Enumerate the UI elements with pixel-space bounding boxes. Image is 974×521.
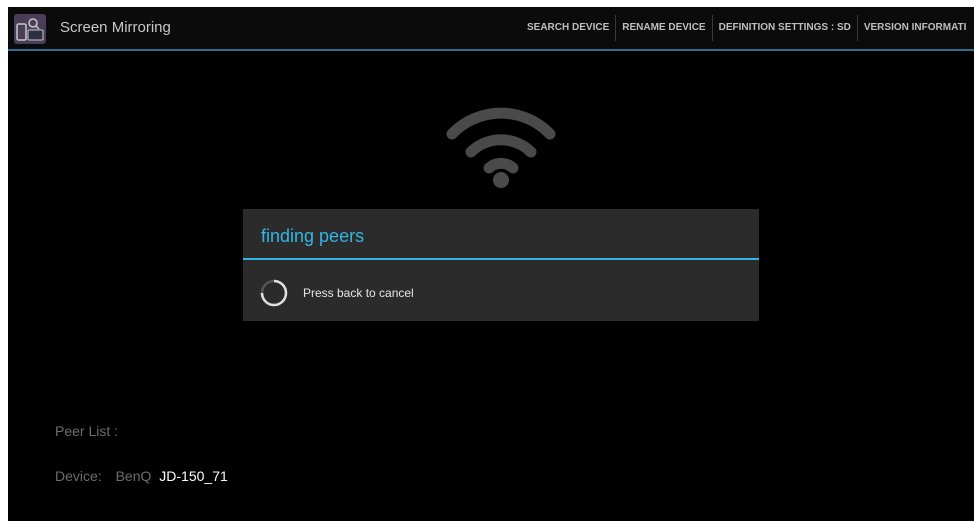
progress-dialog: finding peers Press back to cancel [243,209,759,321]
version-information-button[interactable]: VERSION INFORMATI [858,7,973,49]
app-title: Screen Mirroring [60,19,171,36]
peer-list-label: Peer List : [55,423,119,439]
rename-device-button[interactable]: RENAME DEVICE [616,7,711,49]
device-brand: BenQ [115,468,152,484]
loading-spinner-icon [258,277,290,309]
screen-mirroring-app-icon [14,14,46,44]
action-bar: Screen Mirroring SEARCH DEVICE RENAME DE… [8,7,974,51]
wifi-icon [436,97,566,192]
device-label: Device: [55,468,102,484]
dialog-divider [243,258,759,260]
app-screen: Screen Mirroring SEARCH DEVICE RENAME DE… [8,7,974,521]
dialog-title: finding peers [261,226,365,246]
device-row[interactable]: Device: BenQ JD-150_71 [55,468,228,484]
device-model: JD-150_71 [159,468,228,484]
definition-settings-button[interactable]: DEFINITION SETTINGS : SD [713,7,857,49]
search-device-button[interactable]: SEARCH DEVICE [521,7,615,49]
action-menu: SEARCH DEVICE RENAME DEVICE DEFINITION S… [521,7,972,49]
dialog-message: Press back to cancel [303,286,414,300]
